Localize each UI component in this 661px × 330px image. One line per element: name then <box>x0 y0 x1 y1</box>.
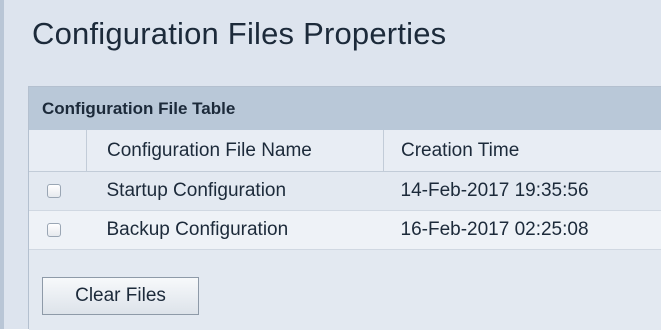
column-header-creation-time: Creation Time <box>384 130 661 172</box>
table-row: Startup Configuration 14-Feb-2017 19:35:… <box>29 172 661 211</box>
row-select-cell <box>29 211 87 250</box>
page-title: Configuration Files Properties <box>32 16 446 52</box>
table-row: Backup Configuration 16-Feb-2017 02:25:0… <box>29 211 661 250</box>
row-checkbox-backup[interactable] <box>47 223 61 237</box>
row-select-cell <box>29 172 87 211</box>
creation-time-cell: 14-Feb-2017 19:35:56 <box>384 172 661 211</box>
clear-files-button[interactable]: Clear Files <box>42 277 199 315</box>
select-column-header <box>29 130 87 172</box>
table-header-row: Configuration File Name Creation Time <box>29 130 661 172</box>
table-caption: Configuration File Table <box>29 87 661 130</box>
row-checkbox-startup[interactable] <box>47 184 61 198</box>
configuration-file-table: Configuration File Name Creation Time St… <box>29 130 661 250</box>
configuration-files-page: Configuration Files Properties Configura… <box>0 0 661 329</box>
file-name-cell: Backup Configuration <box>87 211 384 250</box>
creation-time-cell: 16-Feb-2017 02:25:08 <box>384 211 661 250</box>
table-button-bar: Clear Files <box>29 250 661 330</box>
file-name-cell: Startup Configuration <box>87 172 384 211</box>
configuration-file-table-panel: Configuration File Table Configuration F… <box>28 86 661 329</box>
column-header-file-name: Configuration File Name <box>87 130 384 172</box>
